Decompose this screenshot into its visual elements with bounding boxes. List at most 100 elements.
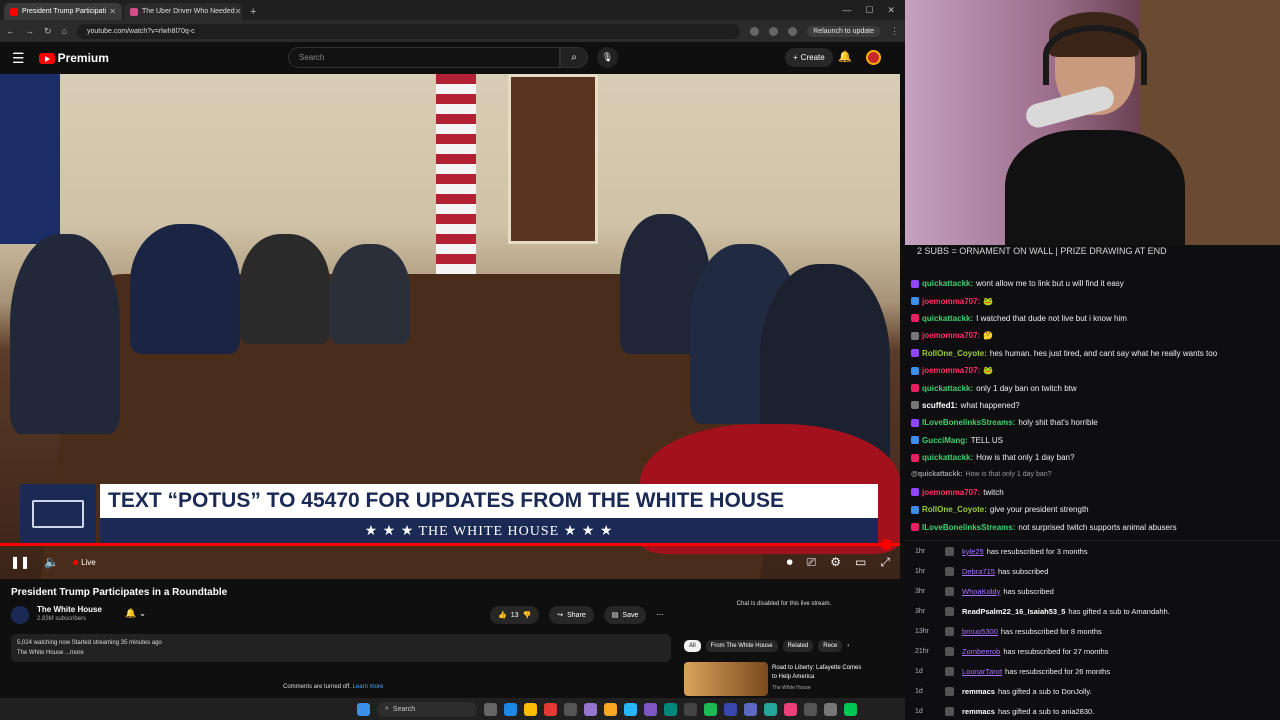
app-icon[interactable] [684, 702, 697, 716]
app-icon[interactable] [844, 702, 857, 716]
url-field[interactable]: youtube.com/watch?v=rlwh8l70q-c [76, 23, 741, 39]
subscribe-bell-icon[interactable]: 🔔 ⌄ [125, 608, 146, 619]
chat-username[interactable]: quickattackk: [922, 314, 973, 323]
home-icon[interactable]: ⌂ [62, 26, 67, 36]
create-button[interactable]: + Create [785, 48, 833, 67]
reload-icon[interactable]: ↻ [44, 26, 52, 37]
more-actions-icon[interactable]: ⋯ [656, 611, 663, 619]
maximize-icon[interactable]: ☐ [865, 5, 873, 16]
theater-mode-icon[interactable]: ▭ [855, 555, 866, 569]
app-icon[interactable] [664, 702, 677, 716]
app-icon[interactable] [544, 702, 557, 716]
voice-search-button[interactable]: 🎙 [597, 47, 618, 68]
windows-start-icon[interactable] [357, 702, 370, 716]
event-username[interactable]: brnuo5300 [962, 627, 998, 636]
chat-username[interactable]: quickattackk: [922, 279, 973, 288]
user-avatar[interactable] [866, 50, 881, 65]
close-tab-icon[interactable]: ✕ [235, 7, 242, 16]
event-username[interactable]: Debra715 [962, 567, 995, 576]
autoplay-toggle-icon[interactable]: ⏺ [787, 555, 793, 570]
event-username[interactable]: WhoaKoldy [962, 587, 1000, 596]
minimize-icon[interactable]: — [842, 5, 851, 16]
relaunch-button[interactable]: Relaunch to update [807, 25, 880, 37]
app-icon[interactable] [564, 702, 577, 716]
close-window-icon[interactable]: ✕ [887, 5, 895, 16]
event-username[interactable]: ReadPsalm22_16_Isaiah53_5 [962, 607, 1065, 616]
related-video-item[interactable]: Road to Liberty: Lafayette Comes to Help… [684, 662, 884, 696]
live-badge[interactable]: Live [73, 558, 96, 567]
app-icon[interactable] [824, 702, 837, 716]
app-icon[interactable] [644, 702, 657, 716]
spotify-icon[interactable] [704, 702, 717, 716]
save-button[interactable]: ▤ Save [603, 606, 647, 624]
chat-username[interactable]: joemomma707: [922, 488, 980, 497]
chat-username[interactable]: joemomma707: [922, 366, 980, 375]
chat-username[interactable]: RollOne_Coyote: [922, 505, 987, 514]
search-input[interactable]: Search [288, 47, 560, 68]
dislike-icon[interactable]: 👎 [523, 611, 532, 619]
app-icon[interactable] [764, 702, 777, 716]
extension-icon[interactable] [788, 26, 798, 36]
chat-username[interactable]: quickattackk: [922, 453, 973, 462]
new-tab-icon[interactable]: + [244, 6, 262, 20]
like-icon[interactable]: 👍 [498, 611, 507, 619]
chat-username[interactable]: GucciMang: [922, 436, 968, 445]
chip-related[interactable]: Related [782, 640, 814, 652]
pause-icon[interactable]: ❚❚ [10, 555, 30, 569]
chip-from-channel[interactable]: From The White House [705, 640, 778, 652]
video-player[interactable]: TEXT “POTUS” TO 45470 FOR UPDATES FROM T… [0, 74, 900, 579]
chip-recent[interactable]: Rece [818, 640, 843, 652]
browser-tab-second[interactable]: The Uber Driver Who Needed ✕ [124, 3, 242, 20]
chat-username[interactable]: joemomma707: [922, 331, 980, 340]
related-thumbnail[interactable] [684, 662, 768, 696]
chat-username[interactable]: ILoveBonelinksStreams: [922, 523, 1015, 532]
channel-avatar[interactable] [11, 606, 29, 624]
captions-icon[interactable]: ⎚ [807, 555, 817, 570]
app-icon[interactable] [724, 702, 737, 716]
file-explorer-icon[interactable] [604, 702, 617, 716]
close-tab-icon[interactable]: ✕ [109, 7, 116, 16]
description-box[interactable]: 5,024 watching now Started streaming 35 … [11, 634, 671, 662]
app-icon[interactable] [804, 702, 817, 716]
app-icon[interactable] [784, 702, 797, 716]
search-button[interactable]: ⌕ [560, 47, 588, 68]
edge-icon[interactable] [504, 702, 517, 716]
volume-icon[interactable]: 🔈 [44, 555, 59, 569]
chat-username[interactable]: joemomma707: [922, 297, 980, 306]
channel-name[interactable]: The White House [37, 605, 102, 614]
extension-icon[interactable] [769, 26, 779, 36]
event-username[interactable]: remmacs [962, 687, 995, 696]
chat-username[interactable]: RollOne_Coyote: [922, 349, 987, 358]
task-view-icon[interactable] [484, 702, 497, 716]
chat-username[interactable]: scuffed1: [922, 401, 958, 410]
extension-icon[interactable] [750, 26, 760, 36]
app-icon[interactable] [744, 702, 757, 716]
chip-all[interactable]: All [684, 640, 701, 652]
chat-username[interactable]: ILoveBonelinksStreams: [922, 418, 1015, 427]
fullscreen-icon[interactable]: ⤢ [880, 555, 890, 570]
menu-icon[interactable]: ☰ [12, 50, 25, 67]
app-icon[interactable] [584, 702, 597, 716]
browser-tab-youtube[interactable]: President Trump Participati ✕ [4, 3, 122, 20]
event-username[interactable]: Zombeerob [962, 647, 1000, 656]
live-label: Live [81, 557, 96, 567]
share-button[interactable]: ↪ Share [549, 606, 594, 624]
chat-username[interactable]: quickattackk: [922, 384, 973, 393]
back-icon[interactable]: ← [6, 26, 15, 36]
taskbar-search[interactable]: ⌕ Search [377, 701, 477, 717]
learn-more-link[interactable]: Learn more [353, 684, 384, 690]
event-username[interactable]: LoonarTarot [962, 667, 1002, 676]
notifications-bell-icon[interactable]: 🔔 [838, 50, 852, 63]
related-title[interactable]: Road to Liberty: Lafayette Comes to Help… [772, 664, 862, 682]
chat-username[interactable]: @quickattackk: [911, 471, 963, 478]
forward-icon[interactable]: → [25, 26, 34, 36]
youtube-logo[interactable]: Premium [38, 51, 109, 65]
app-icon[interactable] [624, 702, 637, 716]
settings-gear-icon[interactable]: ⚙ [830, 555, 841, 569]
chevron-right-icon[interactable]: › [847, 643, 849, 649]
event-username[interactable]: remmacs [962, 707, 995, 716]
chrome-icon[interactable] [524, 702, 537, 716]
event-username[interactable]: kyle25 [962, 547, 984, 556]
browser-menu-icon[interactable]: ⋮ [890, 26, 899, 37]
progress-bar[interactable] [0, 539, 900, 550]
